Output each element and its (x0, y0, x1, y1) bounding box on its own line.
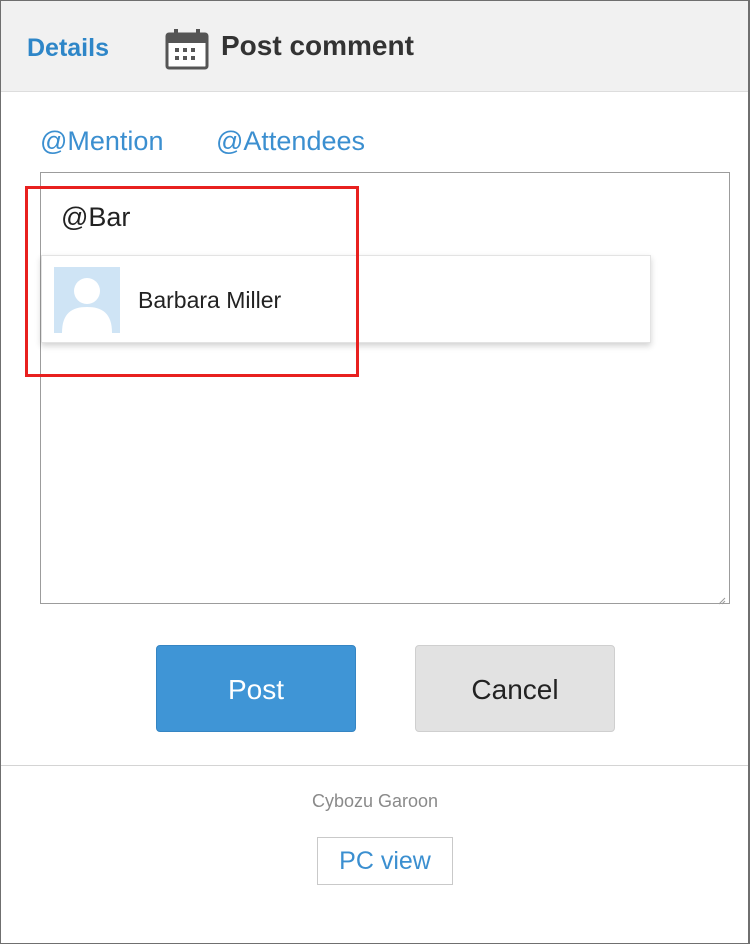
mention-link[interactable]: @Mention (40, 125, 163, 157)
footer-app-name: Cybozu Garoon (311, 791, 439, 811)
attendees-link[interactable]: @Attendees (216, 125, 365, 157)
highlight-annotation (25, 186, 359, 377)
details-link[interactable]: Details (27, 33, 109, 63)
mobile-screen: Details Post comment @Mention @Attendees… (0, 0, 750, 944)
post-button[interactable]: Post (156, 645, 356, 732)
page-header: Details Post comment (1, 1, 748, 92)
page-title: Post comment (221, 30, 414, 61)
calendar-icon (165, 28, 211, 70)
cancel-button[interactable]: Cancel (415, 645, 615, 732)
footer-divider (1, 765, 748, 766)
resize-grip-icon[interactable] (718, 592, 726, 605)
pc-view-button[interactable]: PC view (317, 837, 453, 885)
